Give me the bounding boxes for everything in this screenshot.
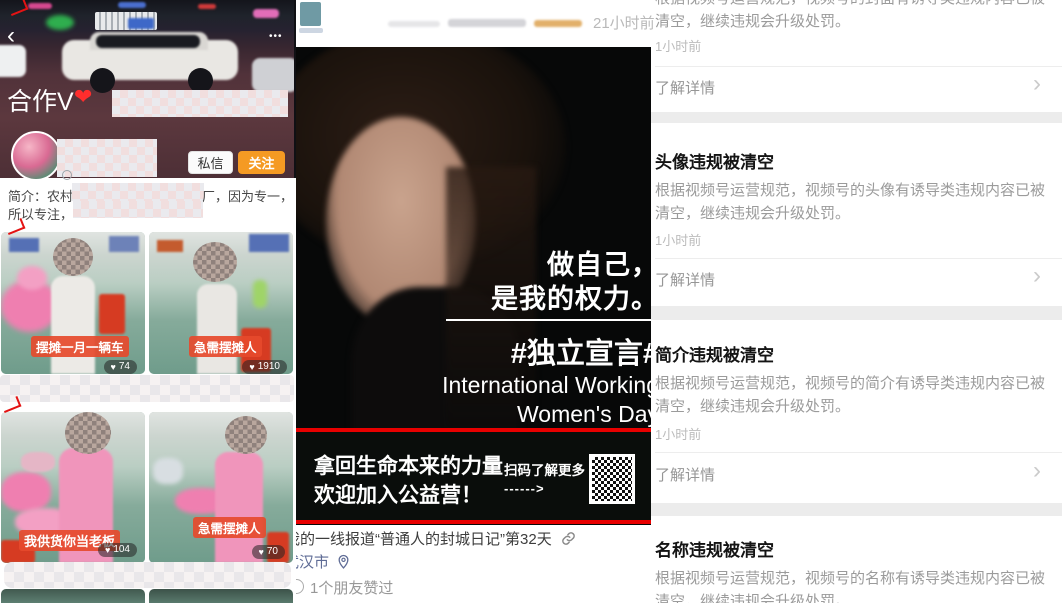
blurred-strip-1 xyxy=(0,375,294,402)
section-separator xyxy=(651,306,1062,320)
heart-icon: ♥ xyxy=(105,544,110,556)
like-count: ♥ 104 xyxy=(98,543,137,557)
details-link[interactable]: 了解详情 xyxy=(655,464,715,485)
header-blur-text xyxy=(448,19,526,27)
avatar[interactable] xyxy=(11,131,61,181)
poster-banner: 拿回生命本来的力量 欢迎加入公益营！ 扫码了解更多 ------> xyxy=(296,432,651,520)
video-caption: 急需摆摊人 xyxy=(189,336,262,357)
notification-title: 头像违规被清空 xyxy=(655,148,774,173)
banner-line1: 拿回生命本来的力量 xyxy=(314,450,503,480)
gender-icon xyxy=(62,170,72,180)
blurred-face xyxy=(65,412,111,454)
video-thumb-5-partial[interactable] xyxy=(1,589,145,603)
poster-avatar[interactable] xyxy=(300,2,321,26)
heart-icon: ♥ xyxy=(249,361,254,373)
chevron-right-icon[interactable]: › xyxy=(1033,264,1041,288)
details-link[interactable]: 了解详情 xyxy=(655,77,715,98)
blue-sign xyxy=(128,18,154,29)
heart-icon: ♥ xyxy=(259,546,264,558)
green-neon xyxy=(46,15,74,30)
video-thumb-2[interactable]: 急需摆摊人 ♥ 1910 xyxy=(149,232,293,374)
follow-button[interactable]: 关注 xyxy=(238,151,285,174)
notification-body: 根据视频号运营规范，视频号的封面有诱导类违规内容已被清空，继续违规会升级处罚。 xyxy=(655,0,1051,33)
qr-label: 扫码了解更多 xyxy=(504,459,585,479)
red-underline-2 xyxy=(296,520,651,524)
poster-text-line2: 是我的权力。 xyxy=(491,277,651,316)
neon-sign xyxy=(253,9,279,18)
car-left xyxy=(0,45,26,77)
notification-time: 1小时前 xyxy=(655,230,701,249)
bio-blur-1 xyxy=(72,183,204,201)
neon-sign xyxy=(28,3,52,9)
post-image[interactable]: 做自己， 是我的权力。 #独立宣言# International Working… xyxy=(296,47,651,525)
poster-name-blur xyxy=(299,28,323,33)
friend-likes[interactable]: 1个朋友赞过 xyxy=(310,577,393,598)
screenshot-root: ‹ ••• 合作V ❤ 私信 关注 简介：农村 厂，因为专一， 所以专注， xyxy=(0,0,1062,603)
notification-body: 根据视频号运营规范，视频号的头像有诱导类违规内容已被清空，继续违规会升级处罚。 xyxy=(655,179,1051,225)
video-caption: 摆摊一月一辆车 xyxy=(31,336,129,357)
blurred-name xyxy=(57,139,157,177)
page-title: 合作V xyxy=(7,82,74,118)
section-separator xyxy=(651,112,1062,123)
neon-sign xyxy=(198,4,216,9)
heart-emoji-icon: ❤ xyxy=(74,84,92,110)
car-right xyxy=(252,58,296,92)
poster-rule xyxy=(446,319,651,321)
bio-label: 简介：农村 xyxy=(8,186,73,205)
bio-line1-end: 厂，因为专一， xyxy=(202,186,293,205)
overlay-timestamp: 21小时前 xyxy=(593,12,655,33)
divider xyxy=(655,452,1062,453)
video-thumb-1[interactable]: 摆摊一月一辆车 ♥ 74 xyxy=(1,232,145,374)
bio-blur-2 xyxy=(73,201,203,218)
banner-line2: 欢迎加入公益营！ xyxy=(314,479,482,509)
notification-time: 1小时前 xyxy=(655,36,701,55)
blurred-username xyxy=(112,90,288,117)
video-caption: 急需摆摊人 xyxy=(193,517,266,538)
like-count: ♥ 70 xyxy=(252,545,285,559)
car-suv xyxy=(62,30,238,82)
back-icon[interactable]: ‹ xyxy=(7,24,15,48)
poster-hashtag: #独立宣言# xyxy=(511,330,651,372)
like-icon-partial xyxy=(296,579,304,594)
blurred-face xyxy=(225,416,267,454)
divider xyxy=(655,258,1062,259)
video-thumb-4[interactable]: 急需摆摊人 ♥ 70 xyxy=(149,412,293,563)
notification-body: 根据视频号运营规范，视频号的名称有诱导类违规内容已被清空，继续违规会升级处罚。 xyxy=(655,567,1051,603)
qr-code xyxy=(589,454,635,504)
post-location[interactable]: 武汉市 xyxy=(296,551,350,572)
video-thumb-3[interactable]: 我供货你当老板 ♥ 104 xyxy=(1,412,145,563)
post-panel: 做自己， 是我的权力。 #独立宣言# International Working… xyxy=(296,0,651,603)
more-icon[interactable]: ••• xyxy=(269,31,283,42)
section-separator xyxy=(651,503,1062,516)
dashed-arrow-icon: ------> xyxy=(504,481,545,496)
video-thumb-6-partial[interactable] xyxy=(149,589,293,603)
blurred-face xyxy=(53,238,93,276)
heart-icon: ♥ xyxy=(111,361,116,373)
location-pin-icon xyxy=(337,554,350,570)
notification-title: 简介违规被清空 xyxy=(655,341,774,366)
notification-time: 1小时前 xyxy=(655,424,701,443)
blurred-strip-2 xyxy=(4,562,291,588)
chevron-right-icon[interactable]: › xyxy=(1033,72,1041,96)
poster-english1: International Working xyxy=(442,372,651,399)
blurred-face xyxy=(193,242,237,282)
neon-sign xyxy=(118,2,146,8)
notification-body: 根据视频号运营规范，视频号的简介有诱导类违规内容已被清空，继续违规会升级处罚。 xyxy=(655,372,1051,418)
header-blur-link xyxy=(534,20,582,27)
header-blur-text xyxy=(388,21,440,27)
message-button[interactable]: 私信 xyxy=(188,151,233,174)
divider xyxy=(655,66,1062,67)
profile-panel: ‹ ••• 合作V ❤ 私信 关注 简介：农村 厂，因为专一， 所以专注， xyxy=(0,0,296,603)
chevron-right-icon[interactable]: › xyxy=(1033,459,1041,483)
post-caption: 我的一线报道“普通人的封城日记”第32天 xyxy=(296,528,651,549)
like-count: ♥ 74 xyxy=(104,360,137,374)
notification-title: 名称违规被清空 xyxy=(655,536,774,561)
red-annotation xyxy=(8,0,29,16)
like-count: ♥ 1910 xyxy=(242,360,287,374)
poster-english2: Women's Day xyxy=(517,401,651,428)
details-link[interactable]: 了解详情 xyxy=(655,269,715,290)
link-icon[interactable] xyxy=(561,531,576,546)
notifications-panel: 根据视频号运营规范，视频号的封面有诱导类违规内容已被清空，继续违规会升级处罚。 … xyxy=(651,0,1062,603)
